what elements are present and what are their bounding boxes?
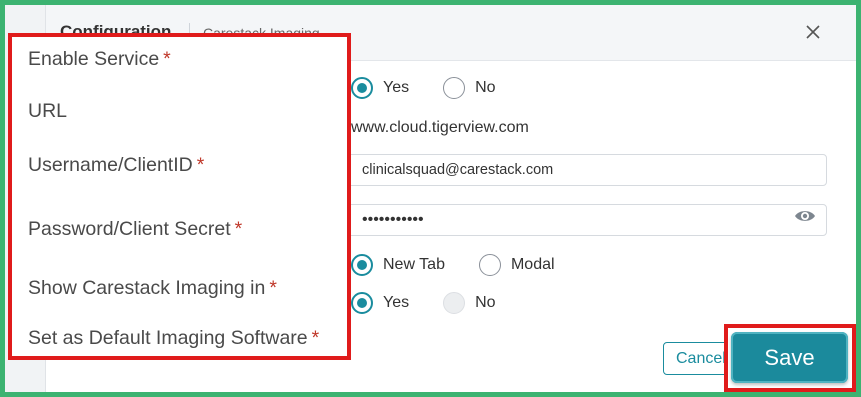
label-text: Username/ClientID (28, 154, 193, 176)
option-label: No (475, 294, 496, 311)
default-software-label: Set as Default Imaging Software * (28, 327, 319, 350)
radio-disabled-icon (443, 292, 466, 314)
modal-frame: Configuration Carestack Imaging Yes No w… (5, 5, 856, 392)
enable-service-label: Enable Service * (28, 48, 171, 71)
username-input[interactable] (339, 154, 827, 186)
enable-service-no-option[interactable]: No (443, 77, 496, 99)
default-software-no-option: No (443, 292, 496, 314)
field-labels-highlight: Enable Service * URL Username/ClientID * P… (8, 33, 351, 360)
required-mark: * (196, 154, 205, 176)
default-software-radio-group: Yes No (351, 292, 496, 314)
close-icon (806, 25, 820, 39)
url-value: www.cloud.tigerview.com (351, 119, 529, 136)
show-in-label: Show Carestack Imaging in * (28, 277, 277, 300)
required-mark: * (234, 218, 243, 240)
close-button[interactable] (802, 21, 824, 43)
required-mark: * (311, 327, 320, 349)
enable-service-yes-option[interactable]: Yes (351, 77, 409, 99)
label-text: Set as Default Imaging Software (28, 327, 308, 349)
option-label: New Tab (383, 256, 445, 273)
option-label: Modal (510, 256, 555, 273)
username-label: Username/ClientID * (28, 154, 204, 177)
option-label: No (475, 79, 496, 96)
show-in-radio-group: New Tab Modal (351, 254, 555, 276)
option-label: Yes (383, 79, 410, 96)
password-input[interactable] (339, 204, 827, 236)
option-label: Yes (383, 294, 410, 311)
radio-unchecked-icon[interactable] (478, 254, 501, 276)
show-in-modal-option[interactable]: Modal (478, 254, 555, 276)
label-text: URL (28, 100, 68, 122)
label-text: Show Carestack Imaging in (28, 277, 266, 299)
default-software-yes-option[interactable]: Yes (351, 292, 409, 314)
required-mark: * (163, 48, 171, 70)
url-label: URL (28, 100, 67, 123)
eye-icon[interactable] (794, 208, 816, 224)
label-text: Enable Service (28, 48, 160, 70)
password-label: Password/Client Secret * (28, 218, 242, 241)
save-button[interactable]: Save (731, 332, 848, 383)
label-text: Password/Client Secret (28, 218, 231, 240)
radio-unchecked-icon[interactable] (443, 77, 466, 99)
radio-checked-icon[interactable] (351, 292, 373, 314)
show-in-new-tab-option[interactable]: New Tab (351, 254, 445, 276)
enable-service-radio-group: Yes No (351, 77, 496, 99)
required-mark: * (269, 277, 277, 299)
radio-checked-icon[interactable] (351, 77, 373, 99)
radio-checked-icon[interactable] (351, 254, 373, 276)
